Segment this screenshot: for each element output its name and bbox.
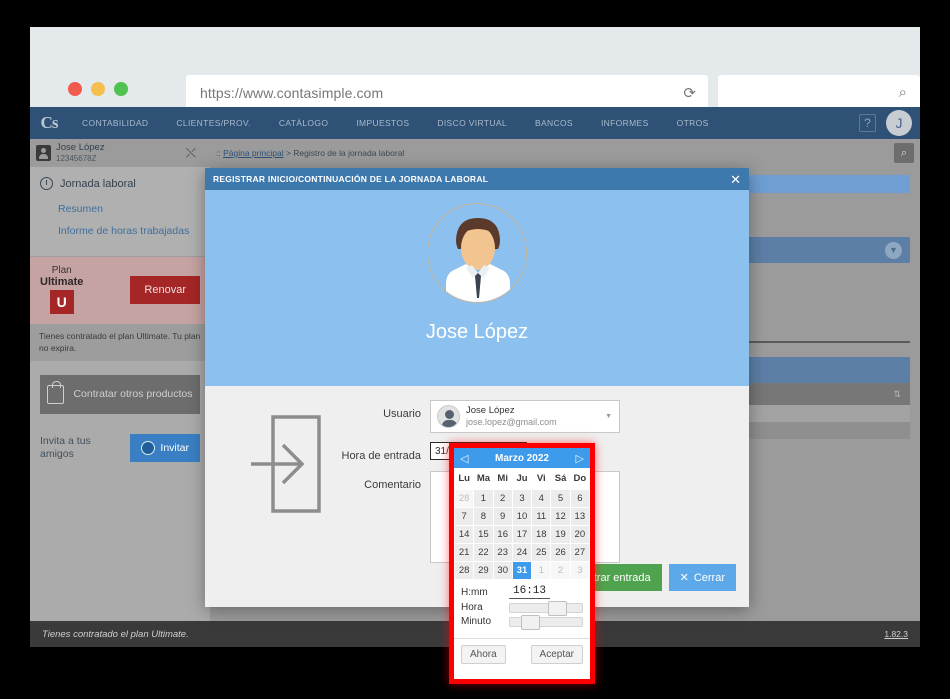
datepicker-grid: Lu Ma Mi Ju Vi Sá Do 28 1 2 3 4 5 6 7 8 … [453, 468, 591, 580]
window-traffic-lights [68, 82, 128, 96]
weekday-ma: Ma [473, 468, 494, 490]
day-cell[interactable]: 13 [569, 507, 591, 526]
day-cell[interactable]: 15 [473, 525, 494, 544]
day-cell[interactable]: 26 [550, 543, 571, 562]
weekday-do: Do [570, 468, 590, 490]
x-icon: ✕ [679, 572, 689, 584]
day-cell[interactable]: 30 [492, 561, 513, 580]
browser-search-box[interactable]: ⌕ [718, 75, 920, 110]
datepicker-week-row: 28 1 2 3 4 5 6 [453, 489, 591, 508]
minimize-window-dot[interactable] [91, 82, 105, 96]
usuario-select-name: Jose López [466, 404, 515, 416]
datepicker-month-label: Marzo 2022 [495, 452, 549, 464]
weekday-vi: Vi [531, 468, 551, 490]
day-cell[interactable]: 25 [531, 543, 552, 562]
day-cell[interactable]: 19 [550, 525, 571, 544]
usuario-select-email: jose.lopez@gmail.com [466, 416, 557, 427]
search-icon[interactable]: ⌕ [899, 84, 920, 101]
day-cell[interactable]: 23 [492, 543, 513, 562]
modal-header: REGISTRAR INICIO/CONTINUACIÓN DE LA JORN… [205, 168, 749, 190]
day-cell[interactable]: 3 [569, 561, 591, 580]
minute-label: Minuto [461, 616, 492, 627]
hour-label: Hora [461, 602, 483, 613]
day-cell[interactable]: 10 [511, 507, 533, 526]
datepicker-header: ◁ Marzo 2022 ▷ [454, 448, 590, 468]
day-cell[interactable]: 7 [453, 507, 475, 526]
weekday-lu: Lu [454, 468, 474, 490]
day-cell[interactable]: 21 [453, 543, 475, 562]
day-cell[interactable]: 11 [531, 507, 552, 526]
datetime-picker: ◁ Marzo 2022 ▷ Lu Ma Mi Ju Vi Sá Do 28 1… [449, 443, 595, 684]
day-cell[interactable]: 1 [531, 561, 552, 580]
usuario-select-meta: Jose López jose.lopez@gmail.com [466, 405, 557, 428]
day-cell[interactable]: 28 [453, 489, 475, 508]
modal-hero: Jose López [205, 190, 749, 386]
day-cell[interactable]: 9 [492, 507, 513, 526]
day-cell[interactable]: 8 [473, 507, 494, 526]
close-icon[interactable]: ✕ [730, 173, 741, 186]
datepicker-weekday-row: Lu Ma Mi Ju Vi Sá Do [454, 468, 590, 490]
datepicker-footer: Ahora Aceptar [454, 638, 590, 670]
time-format-label: H:mm [461, 586, 488, 598]
minute-slider-row: Minuto [461, 614, 583, 630]
day-cell[interactable]: 5 [550, 489, 571, 508]
datepicker-week-row: 7 8 9 10 11 12 13 [453, 507, 591, 526]
day-cell[interactable]: 1 [473, 489, 494, 508]
maximize-window-dot[interactable] [114, 82, 128, 96]
enter-door-icon [247, 409, 327, 519]
reload-icon[interactable]: ⟳ [683, 84, 708, 102]
day-cell[interactable]: 22 [473, 543, 494, 562]
datepicker-week-row: 14 15 16 17 18 19 20 [453, 525, 591, 544]
ahora-button[interactable]: Ahora [461, 645, 506, 664]
user-avatar-icon [427, 203, 527, 303]
day-cell[interactable]: 6 [569, 489, 591, 508]
day-cell[interactable]: 27 [569, 543, 591, 562]
usuario-select[interactable]: Jose López jose.lopez@gmail.com ▼ [430, 400, 620, 433]
day-cell-selected[interactable]: 31 [511, 561, 533, 580]
browser-chrome: https://www.contasimple.com ⟳ ⌕ [30, 27, 920, 110]
day-cell[interactable]: 4 [531, 489, 552, 508]
screenshot-root: https://www.contasimple.com ⟳ ⌕ Cs CONTA… [0, 0, 950, 699]
hour-slider[interactable] [509, 600, 583, 616]
modal-hero-name: Jose López [425, 321, 529, 343]
avatar [437, 405, 460, 428]
day-cell[interactable]: 29 [473, 561, 494, 580]
weekday-mi: Mi [493, 468, 513, 490]
day-cell[interactable]: 20 [569, 525, 591, 544]
close-window-dot[interactable] [68, 82, 82, 96]
aceptar-button[interactable]: Aceptar [530, 645, 583, 664]
url-text[interactable]: https://www.contasimple.com [186, 85, 683, 101]
time-value[interactable]: 16:13 [509, 585, 551, 599]
weekday-sa: Sá [550, 468, 571, 490]
cerrar-button-label: Cerrar [693, 571, 725, 584]
day-cell[interactable]: 17 [511, 525, 533, 544]
day-cell[interactable]: 2 [550, 561, 571, 580]
datepicker-week-row: 28 29 30 31 1 2 3 [453, 561, 591, 580]
day-cell[interactable]: 18 [531, 525, 552, 544]
minute-slider-knob[interactable] [521, 614, 541, 630]
modal-title: REGISTRAR INICIO/CONTINUACIÓN DE LA JORN… [213, 174, 489, 184]
weekday-ju: Ju [512, 468, 532, 490]
chevron-right-circle-icon[interactable]: ▷ [576, 452, 584, 465]
day-cell[interactable]: 12 [550, 507, 571, 526]
day-cell[interactable]: 2 [492, 489, 513, 508]
address-bar[interactable]: https://www.contasimple.com ⟳ [186, 75, 708, 110]
cerrar-button[interactable]: ✕ Cerrar [668, 564, 736, 591]
datepicker-week-row: 21 22 23 24 25 26 27 [453, 543, 591, 562]
hour-slider-knob[interactable] [547, 600, 567, 616]
time-value-row: H:mm 16:13 [461, 585, 583, 599]
day-cell[interactable]: 16 [492, 525, 513, 544]
chevron-down-icon[interactable]: ▼ [605, 413, 612, 420]
day-cell[interactable]: 14 [453, 525, 475, 544]
datepicker-days-body: 28 1 2 3 4 5 6 7 8 9 10 11 12 13 14 15 1… [453, 489, 591, 580]
day-cell[interactable]: 28 [453, 561, 475, 580]
day-cell[interactable]: 3 [511, 489, 533, 508]
hour-slider-row: Hora [461, 600, 583, 616]
chevron-left-circle-icon[interactable]: ◁ [460, 452, 468, 465]
day-cell[interactable]: 24 [511, 543, 533, 562]
datepicker-time-section: H:mm 16:13 Hora Minuto [454, 580, 590, 633]
minute-slider[interactable] [509, 614, 583, 630]
